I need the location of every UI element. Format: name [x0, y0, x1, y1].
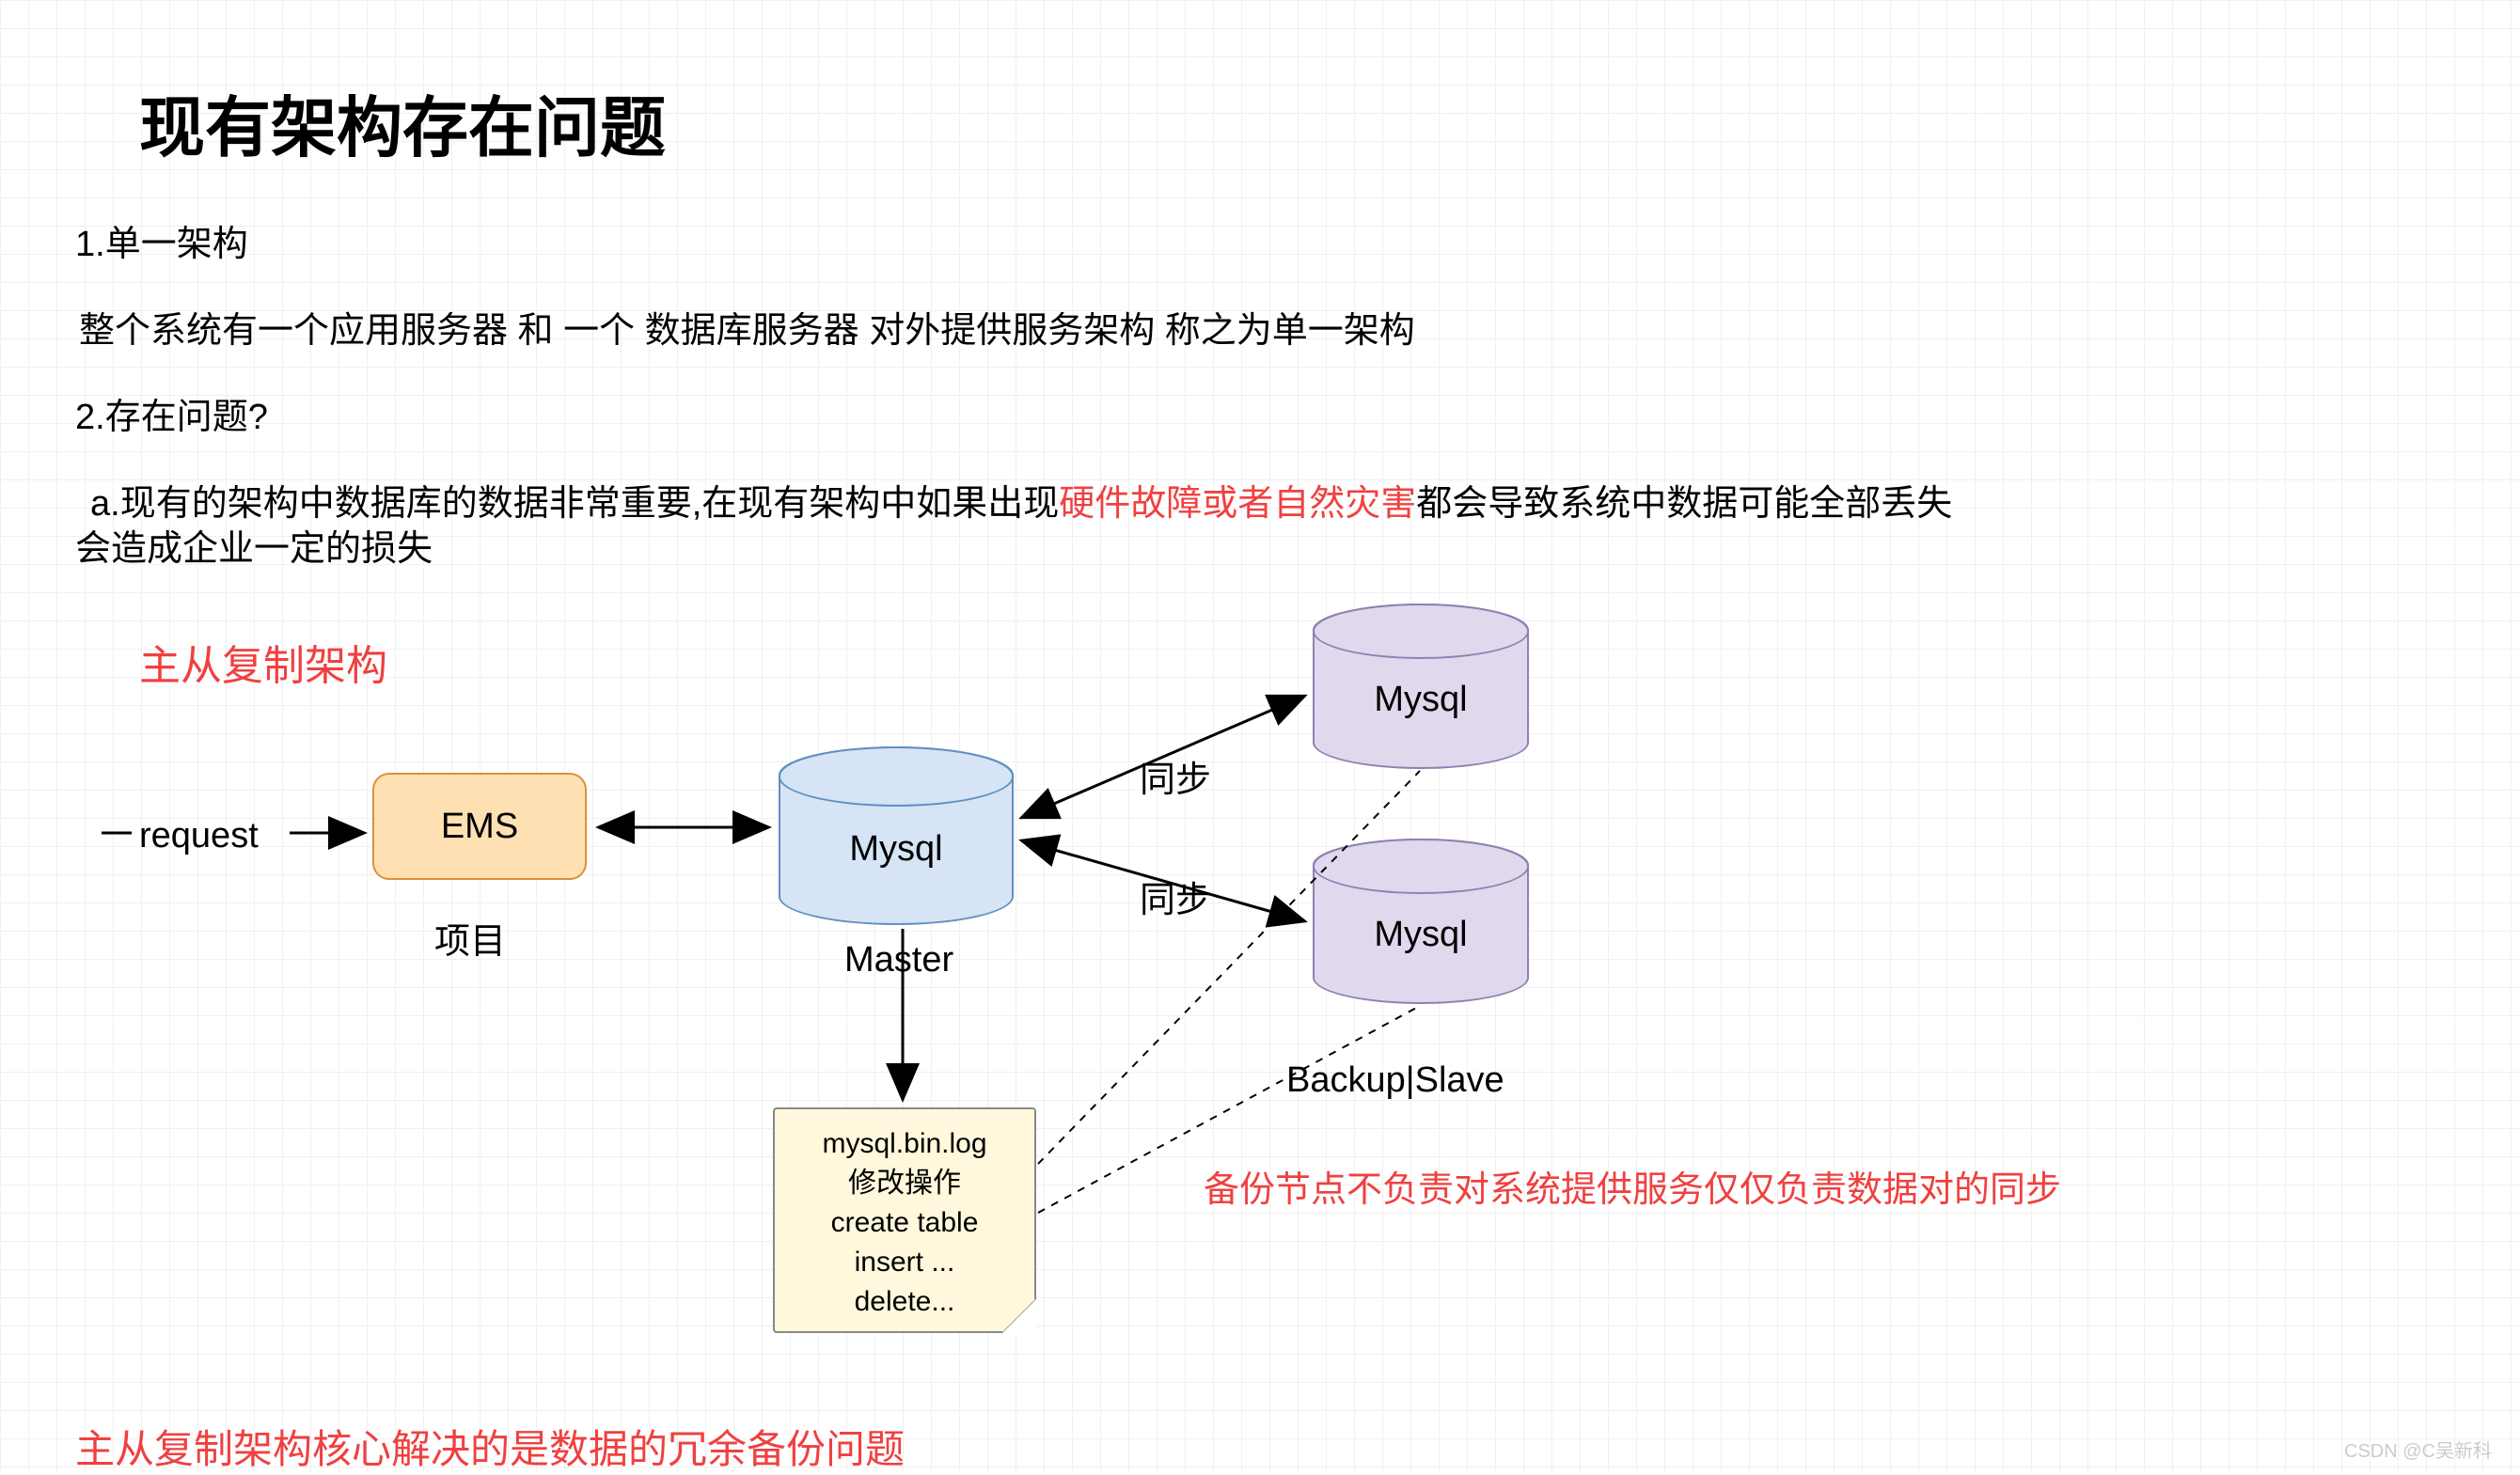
text-line-4: a.现有的架构中数据库的数据非常重要,在现有架构中如果出现硬件故障或者自然灾害都… [90, 474, 1952, 526]
text-4b-red: 硬件故障或者自然灾害 [1059, 484, 1416, 524]
bottom-summary: 主从复制架构核心解决的是数据的冗余备份问题 [75, 1418, 905, 1475]
mysql-master-node: Mysql [779, 746, 1014, 925]
note-l3: create table [784, 1203, 1025, 1243]
note-l4: insert ... [784, 1243, 1025, 1282]
mysql-slave2-label: Mysql [1374, 915, 1467, 955]
backup-note: 备份节点不负责对系统提供服务仅仅负责数据对的同步 [1204, 1160, 2061, 1212]
diagram-content: 现有架构存在问题 1.单一架构 整个系统有一个应用服务器 和 一个 数据库服务器… [0, 0, 2520, 1472]
note-l2: 修改操作 [784, 1164, 1025, 1203]
ems-label: EMS [441, 807, 518, 847]
backup-slave-label: Backup|Slave [1286, 1060, 1504, 1101]
text-4a: a.现有的架构中数据库的数据非常重要,在现有架构中如果出现 [90, 484, 1059, 524]
binlog-note: mysql.bin.log 修改操作 create table insert .… [773, 1107, 1036, 1333]
master-label: Master [844, 940, 953, 981]
note-l5: delete... [784, 1282, 1025, 1322]
sync-label-2: 同步 [1140, 871, 1211, 922]
architecture-label: 主从复制架构 [139, 632, 387, 692]
request-label: request [139, 816, 259, 856]
mysql-slave2-node: Mysql [1313, 839, 1529, 1004]
note-l1: mysql.bin.log [784, 1124, 1025, 1164]
text-line-2: 整个系统有一个应用服务器 和 一个 数据库服务器 对外提供服务架构 称之为单一架… [79, 301, 1415, 353]
page-title: 现有架构存在问题 [139, 75, 666, 170]
text-4c: 都会导致系统中数据可能全部丢失 [1416, 484, 1952, 524]
project-label: 项目 [434, 912, 506, 964]
mysql-master-label: Mysql [849, 829, 942, 870]
text-line-3: 2.存在问题? [75, 387, 268, 439]
watermark: CSDN @C吴新科 [2344, 1436, 2492, 1463]
mysql-slave1-node: Mysql [1313, 604, 1529, 769]
ems-node: EMS [372, 773, 587, 880]
text-line-1: 1.单一架构 [75, 214, 248, 266]
sync-label-1: 同步 [1140, 750, 1211, 802]
mysql-slave1-label: Mysql [1374, 680, 1467, 720]
text-line-5: 会造成企业一定的损失 [75, 519, 433, 571]
arrows-layer [0, 0, 2520, 1472]
